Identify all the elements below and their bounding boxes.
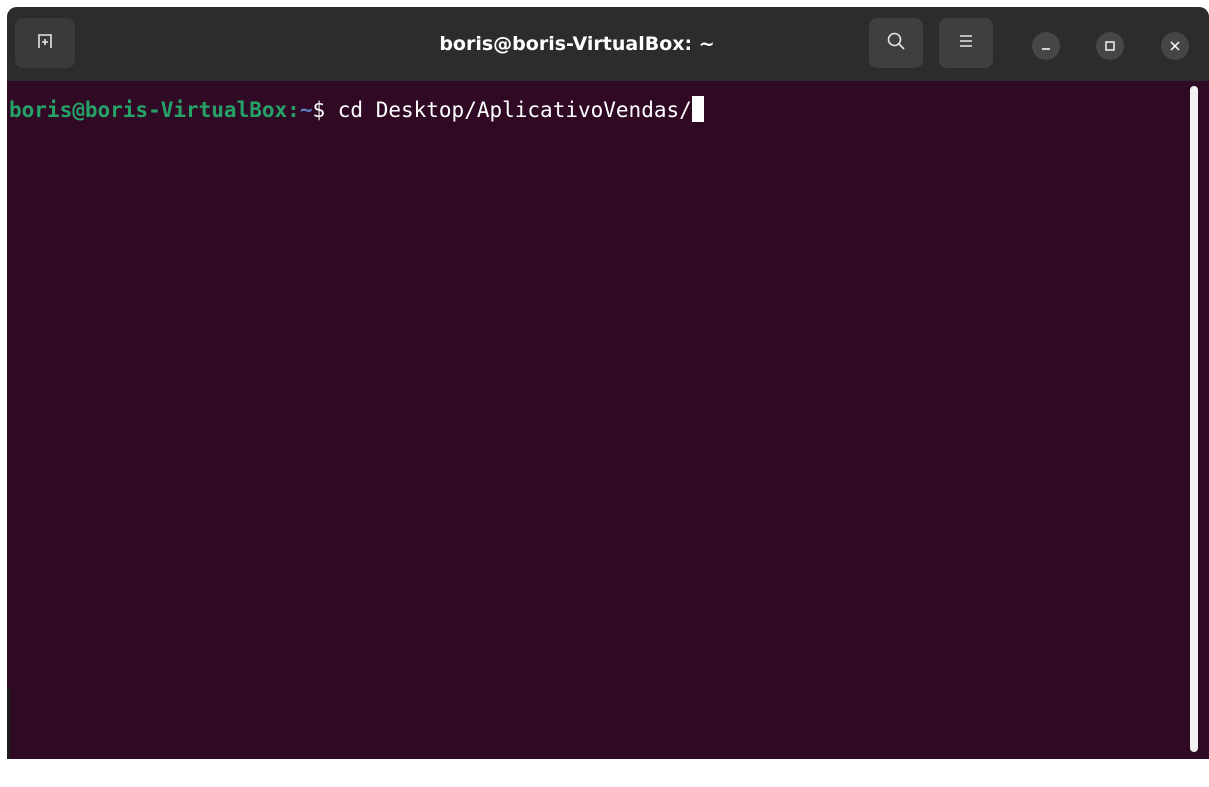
search-icon [886,31,906,55]
close-button[interactable] [1161,32,1189,60]
new-tab-icon [36,32,54,54]
new-tab-button[interactable] [15,18,75,68]
close-icon [1169,37,1181,56]
minimize-button[interactable] [1032,32,1060,60]
prompt-line: boris@boris-VirtualBox:~$ cd Desktop/Apl… [9,95,704,125]
prompt-symbol: $ [312,98,338,122]
text-cursor [691,96,704,122]
prompt-path: ~ [299,98,313,122]
maximize-button[interactable] [1096,32,1124,60]
vertical-scrollbar[interactable] [1190,86,1198,752]
command-text: cd Desktop/AplicativoVendas/ [337,98,692,122]
terminal-window: boris@boris-VirtualBox: ~ boris@boris-Vi… [7,7,1209,759]
title-bar[interactable]: boris@boris-VirtualBox: ~ [7,7,1209,81]
maximize-icon [1104,37,1116,56]
window-title: boris@boris-VirtualBox: ~ [439,33,715,55]
prompt-user-host: boris@boris-VirtualBox [9,98,288,122]
minimize-icon [1040,37,1052,56]
search-button[interactable] [869,18,923,68]
hamburger-menu-icon [957,33,975,53]
terminal-content-area[interactable]: boris@boris-VirtualBox:~$ cd Desktop/Apl… [7,81,1195,759]
prompt-separator: : [287,98,300,122]
window-edge [7,687,10,759]
menu-button[interactable] [939,18,993,68]
